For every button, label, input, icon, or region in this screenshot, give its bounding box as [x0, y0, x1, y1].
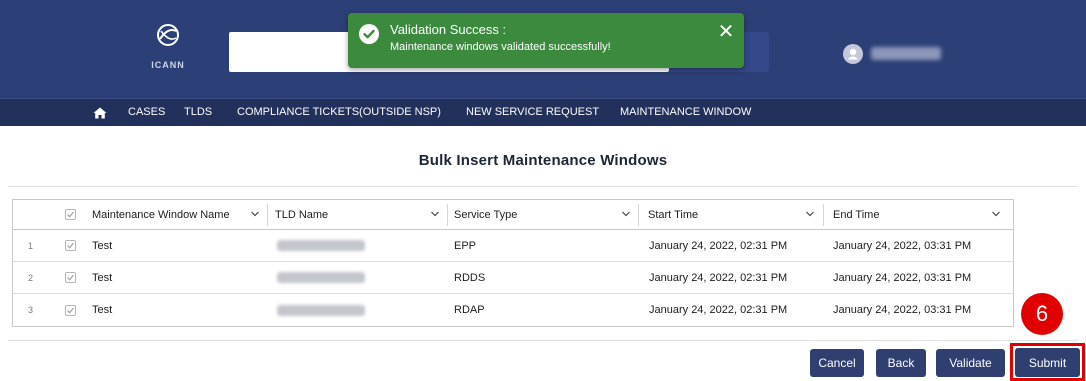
cell-start-time: January 24, 2022, 02:31 PM — [649, 304, 788, 316]
col-service-type[interactable]: Service Type — [454, 200, 517, 229]
check-icon — [67, 274, 74, 281]
cell-end-time: January 24, 2022, 03:31 PM — [833, 271, 972, 284]
check-icon — [67, 242, 74, 249]
chevron-down-icon[interactable] — [430, 209, 440, 219]
divider — [8, 186, 1078, 187]
cell-maintenance-window-name: Test — [92, 304, 113, 316]
cell-service-type: EPP — [454, 239, 477, 252]
toast-title: Validation Success : — [390, 22, 507, 37]
toast-message: Maintenance windows validated successful… — [390, 41, 611, 53]
cell-end-time: January 24, 2022, 03:31 PM — [833, 239, 972, 252]
maintenance-table: Maintenance Window Name TLD Name Service… — [12, 199, 1014, 327]
submit-button[interactable]: Submit — [1015, 348, 1080, 377]
chevron-down-icon[interactable] — [991, 209, 1001, 219]
table-row[interactable]: 1 Test EPP January 24, 2022, 02:31 PM Ja… — [13, 230, 1013, 262]
col-end-time[interactable]: End Time — [833, 200, 879, 229]
logo-text: ICANN — [151, 60, 185, 70]
chevron-down-icon[interactable] — [250, 209, 260, 219]
back-button[interactable]: Back — [876, 349, 926, 377]
column-divider[interactable] — [823, 204, 824, 226]
nav-item-cases[interactable]: CASES — [128, 106, 165, 118]
validation-toast: Validation Success : Maintenance windows… — [348, 13, 744, 68]
select-all-checkbox[interactable] — [65, 200, 76, 229]
icann-logo[interactable]: ICANN — [138, 22, 198, 78]
cell-service-type: RDDS — [454, 271, 486, 284]
nav-item-new-service-request[interactable]: NEW SERVICE REQUEST — [466, 106, 599, 118]
table-row[interactable]: 3 Test RDAP January 24, 2022, 02:31 PM J… — [13, 294, 1013, 326]
check-circle-icon — [359, 24, 379, 44]
step-badge: 6 — [1021, 293, 1063, 335]
home-icon[interactable] — [93, 107, 107, 119]
divider — [8, 340, 1078, 341]
nav-item-tlds[interactable]: TLDS — [184, 106, 212, 118]
col-tld-name[interactable]: TLD Name — [275, 200, 328, 229]
check-icon — [67, 211, 74, 218]
row-number: 1 — [28, 240, 34, 251]
column-divider[interactable] — [267, 204, 268, 226]
cell-tld-name-redacted — [277, 262, 365, 293]
row-checkbox[interactable] — [65, 230, 76, 261]
cell-tld-name-redacted — [277, 294, 365, 326]
chevron-down-icon[interactable] — [805, 209, 815, 219]
check-icon — [67, 307, 74, 314]
row-checkbox[interactable] — [65, 294, 76, 326]
username-redacted[interactable] — [871, 47, 941, 60]
close-icon[interactable]: ✕ — [716, 22, 736, 42]
main-nav: CASES TLDS COMPLIANCE TICKETS(OUTSIDE NS… — [0, 98, 1086, 126]
row-number: 3 — [28, 305, 34, 315]
cancel-button[interactable]: Cancel — [810, 349, 864, 377]
cell-service-type: RDAP — [454, 304, 485, 316]
column-divider[interactable] — [638, 204, 639, 226]
cell-start-time: January 24, 2022, 02:31 PM — [649, 271, 788, 284]
nav-item-maintenance-window[interactable]: MAINTENANCE WINDOW — [620, 106, 751, 118]
row-checkbox[interactable] — [65, 262, 76, 293]
cell-end-time: January 24, 2022, 03:31 PM — [833, 304, 972, 316]
table-header-row: Maintenance Window Name TLD Name Service… — [13, 200, 1013, 230]
cell-start-time: January 24, 2022, 02:31 PM — [649, 239, 788, 252]
cell-tld-name-redacted — [277, 230, 365, 261]
cell-maintenance-window-name: Test — [92, 239, 113, 252]
nav-item-compliance-tickets[interactable]: COMPLIANCE TICKETS(OUTSIDE NSP) — [237, 106, 441, 118]
user-avatar-icon[interactable] — [843, 44, 863, 64]
cell-maintenance-window-name: Test — [92, 271, 113, 284]
row-number: 2 — [28, 272, 34, 283]
col-maintenance-window-name[interactable]: Maintenance Window Name — [92, 200, 230, 229]
table-row[interactable]: 2 Test RDDS January 24, 2022, 02:31 PM J… — [13, 262, 1013, 294]
validate-button[interactable]: Validate — [936, 349, 1005, 377]
page-title: Bulk Insert Maintenance Windows — [418, 152, 668, 169]
chevron-down-icon[interactable] — [621, 209, 631, 219]
globe-logo-icon — [157, 24, 179, 46]
col-start-time[interactable]: Start Time — [648, 200, 698, 229]
column-divider[interactable] — [447, 204, 448, 226]
